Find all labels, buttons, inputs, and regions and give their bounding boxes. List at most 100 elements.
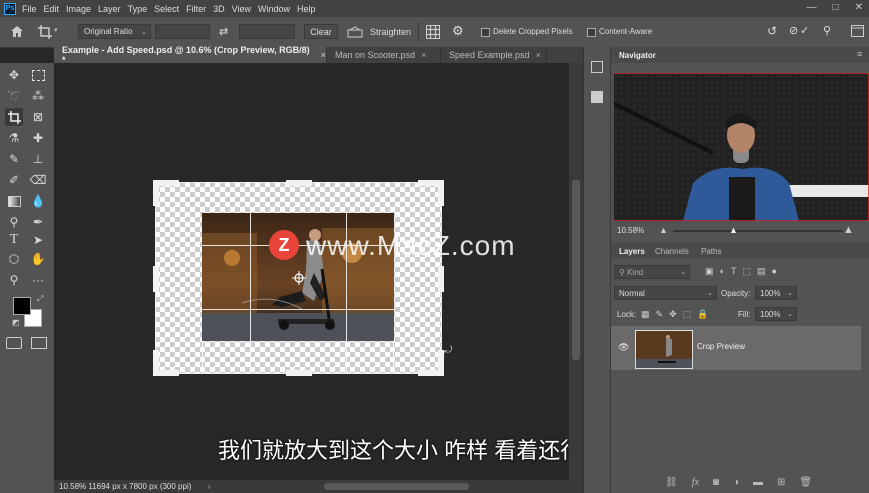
tab-layers[interactable]: Layers — [619, 247, 645, 256]
content-aware-checkbox[interactable] — [587, 28, 596, 37]
blur-tool-icon[interactable]: 💧 — [29, 192, 47, 210]
gear-icon[interactable]: ⚙ — [452, 23, 464, 38]
eyedropper-tool-icon[interactable]: ⚗ — [5, 129, 23, 147]
tab-example-add-speed[interactable]: Example - Add Speed.psd @ 10.6% (Crop Pr… — [54, 45, 327, 65]
opacity-input[interactable]: 100% ⌄ — [755, 286, 797, 300]
layer-name[interactable]: Crop Preview — [697, 342, 745, 351]
width-input[interactable] — [155, 24, 210, 39]
menu-layer[interactable]: Layer — [98, 4, 121, 14]
delete-cropped-checkbox[interactable] — [481, 28, 490, 37]
straighten-icon[interactable] — [347, 26, 363, 38]
close-tab-icon[interactable]: × — [536, 50, 541, 60]
status-menu-arrow-icon[interactable]: › — [208, 482, 211, 491]
delete-layer-icon[interactable]: 🗑 — [799, 477, 812, 488]
lock-position-icon[interactable]: ✥ — [669, 309, 677, 320]
filter-type-icon[interactable]: T — [731, 266, 737, 277]
blend-mode-select[interactable]: Normal ⌄ — [614, 286, 717, 300]
zoom-slider-track[interactable] — [673, 230, 843, 232]
type-tool-icon[interactable]: T — [5, 231, 23, 249]
crop-handle-left[interactable] — [153, 266, 159, 292]
menu-image[interactable]: Image — [66, 4, 91, 14]
visibility-eye-icon[interactable]: 👁 — [618, 342, 629, 353]
link-layers-icon[interactable]: ⛓ — [665, 477, 678, 488]
zoom-out-icon[interactable]: ▲ — [659, 225, 668, 235]
gradient-tool-icon[interactable] — [5, 192, 23, 210]
history-panel-icon[interactable] — [591, 61, 603, 73]
horizontal-scroll-thumb[interactable] — [324, 483, 469, 490]
maximize-button[interactable]: □ — [833, 2, 839, 13]
frame-tool-icon[interactable]: ⊠ — [29, 108, 47, 126]
filter-pixel-icon[interactable]: ▣ — [705, 266, 714, 277]
overlay-grid-icon[interactable] — [426, 25, 440, 39]
crop-handle-top-left[interactable] — [153, 180, 159, 206]
crop-handle-top[interactable] — [286, 180, 312, 186]
menu-select[interactable]: Select — [154, 4, 179, 14]
dodge-tool-icon[interactable]: ⚲ — [5, 213, 23, 231]
tab-channels[interactable]: Channels — [655, 247, 689, 256]
reset-icon[interactable]: ↺ — [767, 24, 777, 39]
crop-tool-preset-icon[interactable] — [38, 25, 52, 39]
adjustment-layer-icon[interactable]: ◑ — [733, 477, 739, 488]
screen-mode-icon[interactable] — [31, 337, 47, 349]
menu-view[interactable]: View — [232, 4, 251, 14]
filter-adjustment-icon[interactable]: ◐ — [720, 266, 725, 277]
navigator-preview[interactable] — [613, 73, 869, 221]
clone-stamp-tool-icon[interactable]: ⊥ — [29, 150, 47, 168]
vertical-scroll-thumb[interactable] — [572, 180, 580, 360]
menu-window[interactable]: Window — [258, 4, 290, 14]
home-icon[interactable] — [10, 25, 24, 38]
lock-artboard-icon[interactable]: ⬚ — [683, 309, 692, 320]
brush-tool-icon[interactable]: ✎ — [5, 150, 23, 168]
height-input[interactable] — [239, 24, 295, 39]
menu-edit[interactable]: Edit — [44, 4, 60, 14]
crop-tool-icon[interactable] — [5, 108, 23, 126]
tab-speed-example[interactable]: Speed Example.psd × — [441, 47, 547, 63]
navigator-tab[interactable]: Navigator — [619, 51, 656, 60]
clear-button[interactable]: Clear — [304, 24, 338, 39]
menu-filter[interactable]: Filter — [186, 4, 206, 14]
straighten-label[interactable]: Straighten — [370, 27, 411, 42]
layer-row-crop-preview[interactable]: 👁 Crop Preview — [611, 326, 861, 370]
panel-menu-icon[interactable]: ≡ — [857, 49, 862, 59]
move-tool-icon[interactable]: ✥ — [5, 66, 23, 84]
close-window-button[interactable]: ✕ — [855, 2, 863, 13]
eraser-tool-icon[interactable]: ⌫ — [29, 171, 47, 189]
menu-file[interactable]: File — [22, 4, 37, 14]
lock-pixels-icon[interactable]: ✎ — [656, 309, 664, 320]
preset-chevron-icon[interactable]: ▾ — [54, 26, 58, 41]
zoom-in-icon[interactable]: ▲ — [843, 224, 854, 236]
shape-tool-icon[interactable]: ⬡ — [5, 250, 23, 268]
crop-handle-right[interactable] — [438, 266, 444, 292]
cancel-crop-icon[interactable]: ⊘ — [789, 24, 798, 39]
search-icon[interactable]: ⚲ — [823, 24, 831, 39]
layer-style-icon[interactable]: fx — [692, 477, 699, 488]
close-tab-icon[interactable]: × — [421, 50, 426, 60]
new-layer-icon[interactable]: ⊞ — [777, 477, 785, 488]
hand-tool-icon[interactable]: ✋ — [29, 250, 47, 268]
pen-tool-icon[interactable]: ✒ — [29, 213, 47, 231]
crop-handle-top-right[interactable] — [438, 180, 444, 206]
history-brush-tool-icon[interactable]: ✐ — [5, 171, 23, 189]
tab-paths[interactable]: Paths — [701, 247, 721, 256]
commit-crop-icon[interactable]: ✓ — [800, 24, 809, 39]
magic-wand-tool-icon[interactable]: ⁂ — [29, 87, 47, 105]
menu-3d[interactable]: 3D — [213, 4, 225, 14]
fill-input[interactable]: 100% ⌄ — [755, 307, 797, 321]
path-selection-tool-icon[interactable]: ➤ — [29, 231, 47, 249]
properties-panel-icon[interactable] — [591, 91, 603, 103]
filter-toggle-icon[interactable]: ● — [771, 266, 776, 277]
filter-smart-object-icon[interactable]: ▤ — [757, 266, 766, 277]
foreground-color-swatch[interactable] — [13, 297, 31, 315]
vertical-scrollbar[interactable] — [569, 63, 583, 480]
default-colors-icon[interactable]: ◩ — [12, 318, 20, 327]
minimize-button[interactable]: — — [807, 2, 817, 13]
ratio-dropdown[interactable]: Original Ratio ⌄ — [78, 24, 151, 39]
workspace-icon[interactable] — [851, 25, 864, 37]
filter-shape-icon[interactable]: ⬚ — [742, 266, 751, 277]
menu-help[interactable]: Help — [297, 4, 316, 14]
quick-mask-icon[interactable] — [6, 337, 22, 349]
swap-dimensions-icon[interactable]: ⇄ — [219, 25, 228, 40]
layer-kind-filter[interactable]: ⚲ Kind ⌄ — [614, 265, 690, 279]
swap-colors-icon[interactable]: ⤢ — [37, 294, 43, 304]
tab-man-on-scooter[interactable]: Man on Scooter.psd × — [327, 47, 441, 63]
